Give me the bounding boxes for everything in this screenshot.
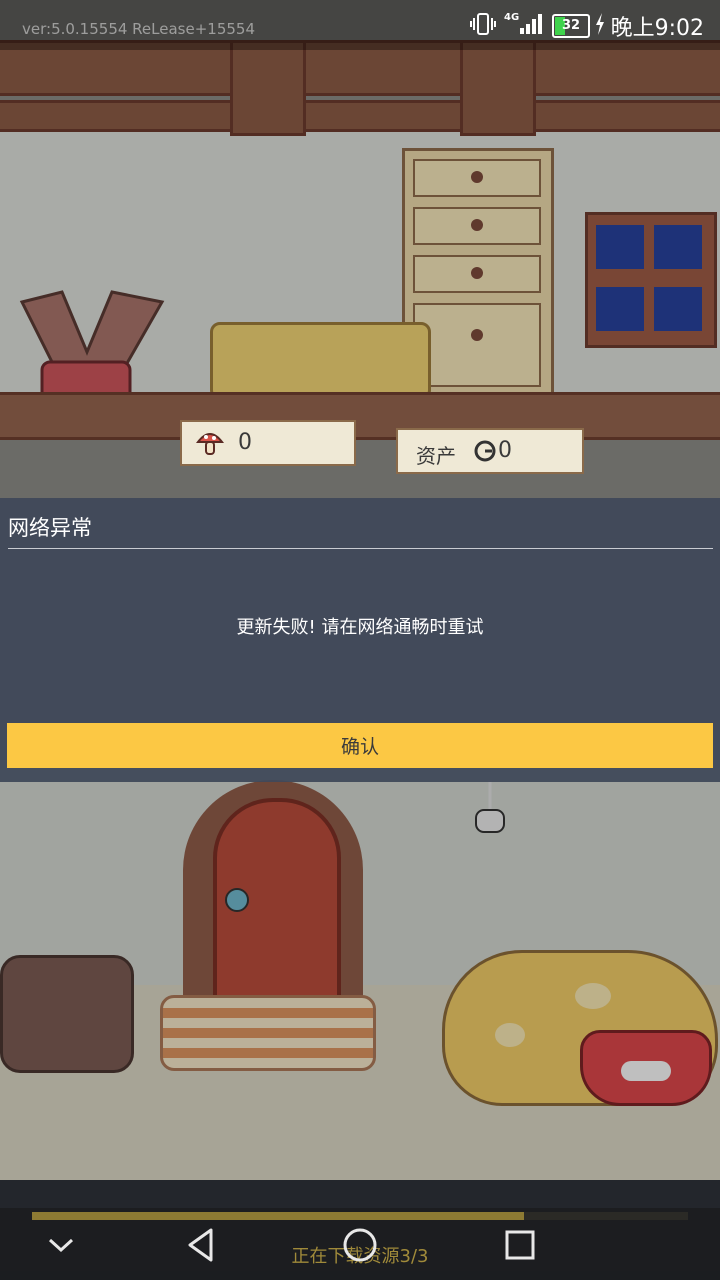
nav-collapse-button[interactable] [36,1222,86,1268]
nav-back-button[interactable] [176,1222,226,1268]
mushroom-icon [196,433,224,455]
dim-overlay [0,0,720,498]
back-triangle-icon [188,1228,213,1262]
network-type-label: 4G [504,12,520,23]
signal-icon [520,14,542,34]
asset-counter: 资产 0 [396,428,584,474]
coin-g-icon [474,440,496,462]
dim-overlay [0,782,720,1180]
version-label: ver:5.0.15554 ReLease+15554 [22,20,255,38]
battery-icon: 32 [552,14,590,38]
clock: 晚上9:02 [610,16,704,41]
chevron-down-icon [48,1238,74,1253]
dialog-message: 更新失败! 请在网络通畅时重试 [236,617,484,638]
home-circle-icon [343,1228,377,1262]
dialog-divider [8,548,713,549]
loading-area [0,1180,720,1208]
vibrate-icon [470,13,496,35]
dialog-title: 网络异常 [8,516,92,540]
charging-icon [596,13,604,35]
nav-home-button[interactable] [335,1222,385,1268]
recents-square-icon [505,1230,535,1260]
confirm-button[interactable]: 确认 [7,723,713,768]
nav-recents-button[interactable] [495,1222,545,1268]
mushroom-count: 0 [238,430,252,455]
asset-count: 0 [498,438,512,463]
mushroom-counter: 0 [180,420,356,466]
battery-level: 32 [561,18,581,33]
download-progress-fill [32,1212,524,1220]
download-progress-bar [32,1212,688,1220]
asset-label: 资产 [416,444,456,468]
network-error-dialog: 网络异常 更新失败! 请在网络通畅时重试 确认 [0,498,720,782]
